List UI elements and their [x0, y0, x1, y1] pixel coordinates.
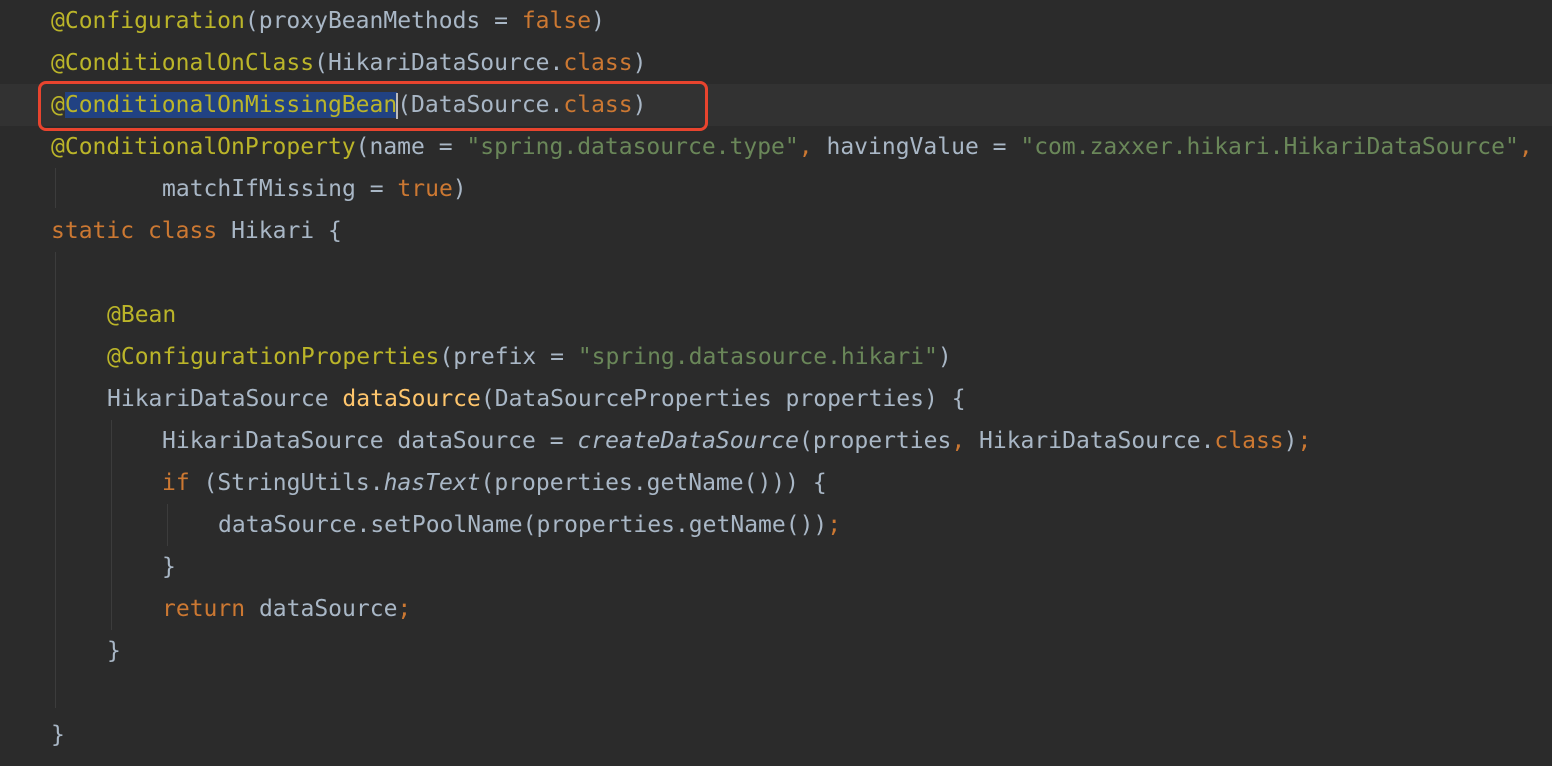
code-line-10[interactable]: HikariDataSource dataSource(DataSourcePr… — [0, 378, 1552, 420]
highlight-box — [38, 81, 708, 131]
code-line-13[interactable]: dataSource.setPoolName(properties.getNam… — [0, 504, 1552, 546]
string-token: "spring.datasource.type" — [466, 134, 799, 160]
code-line-12[interactable]: if (StringUtils.hasText(properties.getNa… — [0, 462, 1552, 504]
annotation-token: @ConditionalOnClass — [51, 50, 315, 76]
annotation-token: @Bean — [107, 302, 177, 328]
method-name: dataSource — [342, 386, 481, 412]
code-line-5[interactable]: matchIfMissing = true) — [0, 168, 1552, 210]
class-name: Hikari { — [231, 218, 342, 244]
code-line-6[interactable]: static class Hikari { — [0, 210, 1552, 252]
keyword-token: static — [51, 218, 135, 244]
keyword-token: true — [397, 176, 453, 202]
code-line-1[interactable]: @Configuration(proxyBeanMethods = false) — [0, 0, 1552, 42]
code-line-14[interactable]: } — [0, 546, 1552, 588]
code-line-9[interactable]: @ConfigurationProperties(prefix = "sprin… — [0, 336, 1552, 378]
static-call: createDataSource — [577, 428, 799, 454]
string-token: "com.zaxxer.hikari.HikariDataSource" — [1020, 134, 1519, 160]
code-line-15[interactable]: return dataSource; — [0, 588, 1552, 630]
static-call: hasText — [383, 470, 481, 496]
keyword-token: class — [1214, 428, 1284, 454]
code-line-17-empty[interactable] — [0, 672, 1552, 714]
annotation-token: @Configuration — [51, 8, 245, 34]
code-line-4[interactable]: @ConditionalOnProperty(name = "spring.da… — [0, 126, 1552, 168]
code-line-11[interactable]: HikariDataSource dataSource = createData… — [0, 420, 1552, 462]
code-line-8[interactable]: @Bean — [0, 294, 1552, 336]
keyword-token: class — [147, 218, 218, 244]
keyword-token: class — [563, 50, 633, 76]
code-line-16[interactable]: } — [0, 630, 1552, 672]
annotation-token: @ConditionalOnProperty — [51, 134, 356, 160]
code-line-2[interactable]: @ConditionalOnClass(HikariDataSource.cla… — [0, 42, 1552, 84]
code-editor[interactable]: @Configuration(proxyBeanMethods = false)… — [0, 0, 1552, 766]
annotation-token: @ConfigurationProperties — [107, 344, 440, 370]
keyword-token: if — [162, 470, 190, 496]
keyword-token: return — [162, 596, 246, 622]
code-line-18[interactable]: } — [0, 714, 1552, 756]
code-line-7-empty[interactable] — [0, 252, 1552, 294]
keyword-token: false — [521, 8, 592, 34]
string-token: "spring.datasource.hikari" — [577, 344, 938, 370]
